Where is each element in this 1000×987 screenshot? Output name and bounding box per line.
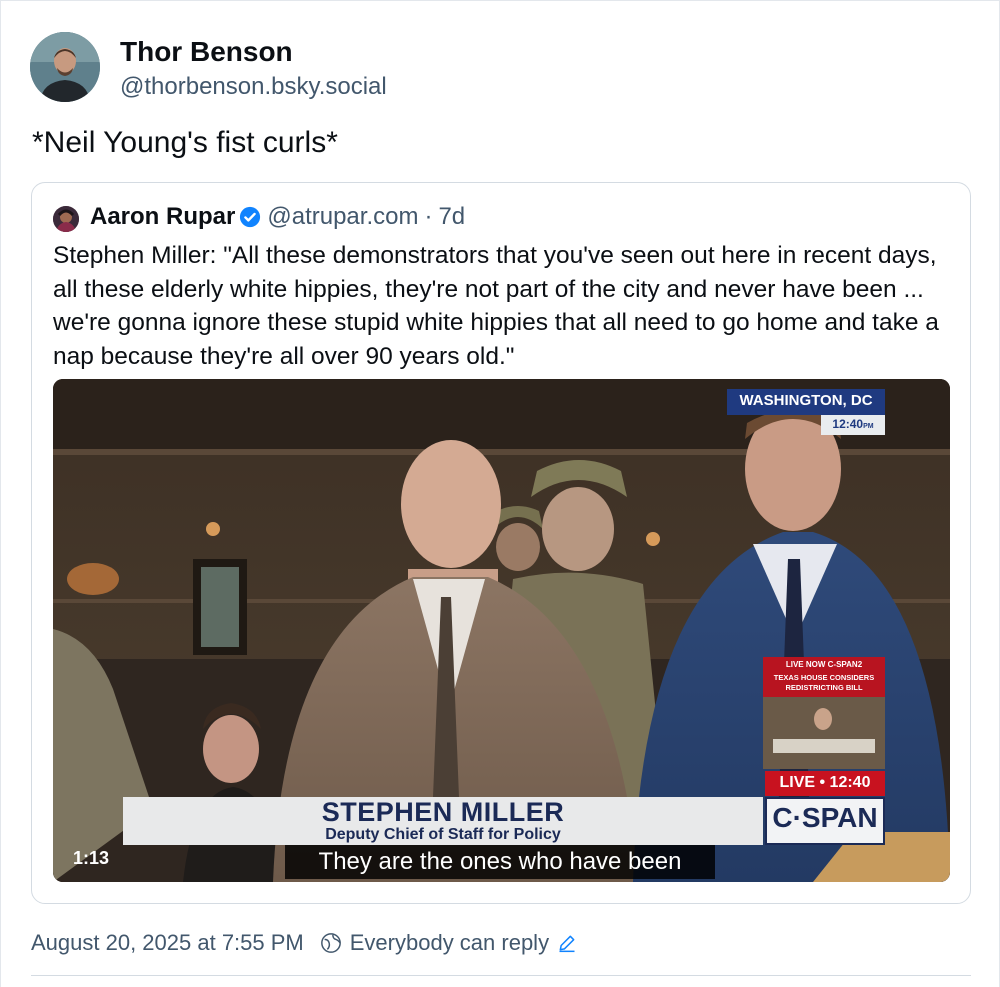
location-time-value: 12:40 (832, 417, 864, 431)
chyron-title: Deputy Chief of Staff for Policy (325, 826, 561, 843)
location-time: 12:40PM (821, 417, 885, 431)
quoted-author-name[interactable]: Aaron Rupar (90, 203, 235, 231)
pip-caption: TEXAS HOUSE CONSIDERS REDISTRICTING BILL (763, 673, 885, 693)
quoted-author-handle[interactable]: @atrupar.com (267, 203, 418, 231)
reply-setting[interactable]: Everybody can reply (350, 930, 549, 956)
author-handle[interactable]: @thorbenson.bsky.social (120, 73, 387, 101)
location-label: WASHINGTON, DC (739, 392, 873, 409)
location-time-suffix: PM (863, 423, 874, 430)
chyron-name: STEPHEN MILLER (321, 797, 565, 827)
quoted-author-avatar[interactable] (53, 206, 79, 232)
author-name[interactable]: Thor Benson (120, 36, 293, 68)
author-avatar[interactable] (30, 32, 100, 102)
quoted-author-avatar-image (53, 206, 79, 232)
quoted-post-text: Stephen Miller: "All these demonstrators… (53, 242, 939, 370)
quoted-post-age: 7d (438, 203, 466, 230)
pip-caption-line1: TEXAS HOUSE CONSIDERS (773, 673, 875, 682)
globe-icon (320, 933, 341, 953)
author-avatar-image (30, 32, 100, 102)
header-separator: · (424, 203, 433, 230)
pencil-icon[interactable] (557, 933, 577, 953)
verified-badge-icon (240, 206, 261, 228)
pip-header: LIVE NOW C-SPAN2 (785, 660, 863, 669)
post-meta: August 20, 2025 at 7:55 PM Everybody can… (31, 930, 577, 956)
video-player[interactable]: WASHINGTON, DC 12:40PM LIVE NOW C-SPAN2 … (53, 379, 950, 882)
live-label: LIVE • 12:40 (779, 774, 871, 791)
quoted-post-header: Aaron Rupar @atrupar.com · 7d (90, 203, 465, 231)
post-timestamp[interactable]: August 20, 2025 at 7:55 PM (31, 930, 304, 956)
post-text: *Neil Young's fist curls* (32, 126, 338, 159)
quoted-post-card[interactable]: Aaron Rupar @atrupar.com · 7d Stephen Mi… (31, 182, 971, 904)
pip-caption-line2: REDISTRICTING BILL (785, 683, 863, 692)
video-duration: 1:13 (73, 848, 110, 868)
subtitle-text: They are the ones who have been (318, 848, 682, 875)
network-logo: C·SPAN (772, 802, 878, 833)
divider (31, 975, 971, 976)
